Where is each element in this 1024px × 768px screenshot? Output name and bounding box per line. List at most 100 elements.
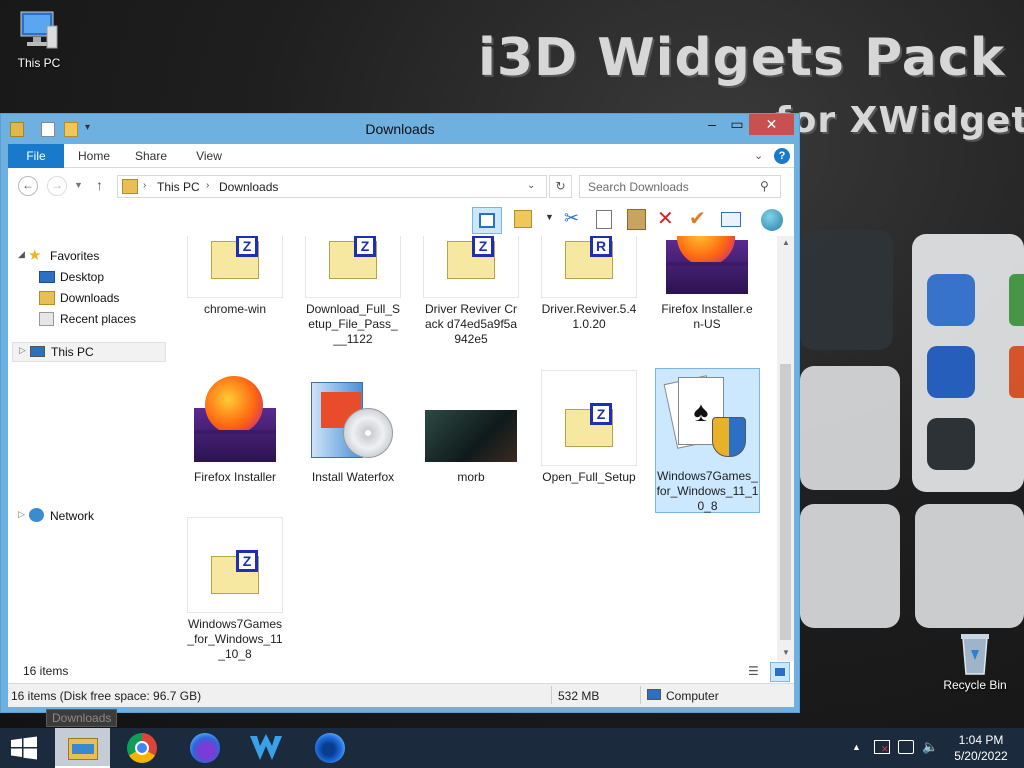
file-item[interactable]: Install Waterfox	[305, 370, 401, 485]
nav-recent-places[interactable]: Recent places	[60, 312, 136, 326]
file-item[interactable]: Z Open_Full_Setup	[541, 370, 637, 485]
clock[interactable]: 1:04 PM 5/20/2022	[946, 732, 1016, 764]
nav-network[interactable]: Network	[50, 509, 94, 523]
tab-share[interactable]: Share	[128, 144, 174, 168]
up-icon[interactable]: ↑	[96, 177, 103, 193]
desktop-icon	[39, 271, 55, 283]
file-item[interactable]: morb	[423, 370, 519, 485]
recent-locations-icon[interactable]: ▼	[74, 180, 83, 190]
nav-favorites[interactable]: Favorites	[50, 249, 99, 263]
star-icon: ★	[28, 247, 42, 264]
installer-box-icon	[305, 370, 401, 466]
wallpaper-widget	[800, 230, 893, 350]
recycle-bin-icon	[953, 630, 997, 675]
file-explorer-icon[interactable]	[55, 728, 110, 768]
volume-muted-icon[interactable]: 🔈	[922, 739, 938, 755]
network-status-icon[interactable]	[898, 740, 914, 754]
check-icon[interactable]: ✔	[689, 206, 706, 231]
breadcrumb-separator-icon: ›	[206, 180, 210, 191]
clock-date: 5/20/2022	[954, 749, 1008, 763]
zip-folder-icon: Z	[305, 236, 401, 298]
zip-folder-icon: Z	[541, 370, 637, 466]
select-all-icon[interactable]	[514, 210, 532, 228]
start-icon[interactable]	[0, 728, 48, 768]
breadcrumb-downloads[interactable]: Downloads	[219, 180, 278, 194]
wallpaper-widget	[915, 504, 1024, 628]
file-item[interactable]: R Driver.Reviver.5.41.0.20	[541, 236, 637, 332]
title-bar[interactable]: ▾ Downloads – ▭ ✕	[1, 114, 799, 144]
firefox-icon[interactable]	[181, 728, 229, 768]
selection-size: 532 MB	[558, 689, 600, 703]
recent-places-icon	[39, 312, 54, 326]
expand-ribbon-icon[interactable]: ⌄	[754, 149, 763, 162]
paste-icon[interactable]	[627, 209, 646, 230]
layout-icon[interactable]	[472, 207, 502, 234]
breadcrumb-this-pc[interactable]: This PC	[157, 180, 200, 194]
file-item[interactable]: Z Windows7Games_for_Windows_11_10_8	[187, 517, 283, 661]
ribbon-tabs: File Home Share View ⌄ ?	[8, 144, 794, 168]
waterfox-icon[interactable]	[242, 728, 290, 768]
file-name: morb	[457, 470, 485, 484]
help-icon[interactable]: ?	[774, 148, 790, 164]
file-item[interactable]: Z Driver Reviver Crack d74ed5a9f5a942e5	[423, 236, 519, 347]
network-globe-icon[interactable]	[761, 209, 783, 231]
address-row: ← → ▼ ↑ › This PC › Downloads ⌄ ↻ Search…	[8, 168, 794, 204]
navigation-pane: ◢ ★ Favorites Desktop Downloads Recent p…	[8, 236, 168, 661]
tab-view[interactable]: View	[186, 144, 232, 168]
rename-icon[interactable]	[721, 212, 741, 227]
taskbar-tooltip: Downloads	[46, 709, 118, 727]
file-name: Driver Reviver Crack d74ed5a9f5a942e5	[424, 302, 518, 346]
show-hidden-icons-icon[interactable]: ▲	[852, 742, 861, 752]
nav-desktop[interactable]: Desktop	[60, 270, 104, 284]
downloads-icon	[39, 291, 55, 305]
address-dropdown-icon[interactable]: ⌄	[527, 180, 535, 191]
copy-icon[interactable]	[596, 210, 612, 229]
tab-file[interactable]: File	[8, 144, 64, 168]
file-name: Firefox Installer.en-US	[661, 302, 753, 331]
vertical-scrollbar[interactable]: ▲ ▼	[777, 236, 794, 661]
forward-icon[interactable]: →	[47, 176, 67, 196]
window-title: Downloads	[365, 121, 435, 137]
cut-icon[interactable]: ✂	[564, 208, 579, 229]
search-box[interactable]: Search Downloads ⚲	[579, 175, 781, 198]
nav-this-pc-row[interactable]: ▷ This PC	[12, 342, 166, 362]
large-icons-view-icon[interactable]	[770, 662, 790, 682]
file-item[interactable]: Z Download_Full_Setup_File_Pass___1122	[305, 236, 401, 347]
back-icon[interactable]: ←	[18, 176, 38, 196]
search-icon[interactable]: ⚲	[760, 179, 769, 193]
file-item[interactable]: Firefox Installer.en-US	[659, 236, 755, 332]
details-bar: 16 items (Disk free space: 96.7 GB) 532 …	[8, 683, 794, 707]
scroll-up-icon[interactable]: ▲	[782, 238, 790, 247]
desktop-icon-recycle-bin[interactable]: Recycle Bin	[942, 630, 1008, 692]
action-center-icon[interactable]: ✕	[874, 740, 890, 754]
tab-home[interactable]: Home	[70, 144, 118, 168]
chrome-icon[interactable]	[118, 728, 166, 768]
item-count: 16 items	[23, 664, 69, 678]
firefox-installer-icon	[187, 370, 283, 466]
status-row: 16 items ☰	[8, 661, 794, 683]
collapse-arrow-icon[interactable]: ▷	[18, 509, 25, 520]
nav-downloads[interactable]: Downloads	[60, 291, 119, 305]
firefox-nightly-icon[interactable]	[306, 728, 354, 768]
breadcrumb-separator-icon: ›	[143, 180, 147, 191]
delete-icon[interactable]: ✕	[657, 206, 674, 231]
expand-arrow-icon[interactable]: ◢	[18, 249, 25, 260]
details-view-icon[interactable]: ☰	[748, 664, 764, 680]
file-list: Z chrome-win Z Download_Full_Setup_File_…	[168, 236, 777, 661]
file-item[interactable]: Firefox Installer	[187, 370, 283, 485]
address-bar[interactable]: › This PC › Downloads ⌄	[117, 175, 547, 198]
scroll-down-icon[interactable]: ▼	[782, 648, 790, 657]
minimize-button[interactable]: –	[699, 114, 725, 135]
maximize-button[interactable]: ▭	[725, 114, 749, 135]
desktop-icon-this-pc[interactable]: This PC	[14, 8, 64, 70]
scroll-thumb[interactable]	[780, 364, 791, 640]
collapse-arrow-icon[interactable]: ▷	[19, 345, 26, 356]
file-item-selected[interactable]: ♠ Windows7Games_for_Windows_11_10_8	[655, 368, 760, 513]
taskbar: ▲ ✕ 🔈 1:04 PM 5/20/2022	[0, 728, 1024, 768]
dropdown-icon[interactable]: ▼	[545, 212, 554, 222]
firefox-installer-icon	[659, 236, 755, 298]
file-item[interactable]: Z chrome-win	[187, 236, 283, 317]
close-button[interactable]: ✕	[749, 114, 794, 135]
refresh-icon[interactable]: ↻	[549, 175, 572, 198]
this-pc-icon	[30, 346, 45, 357]
